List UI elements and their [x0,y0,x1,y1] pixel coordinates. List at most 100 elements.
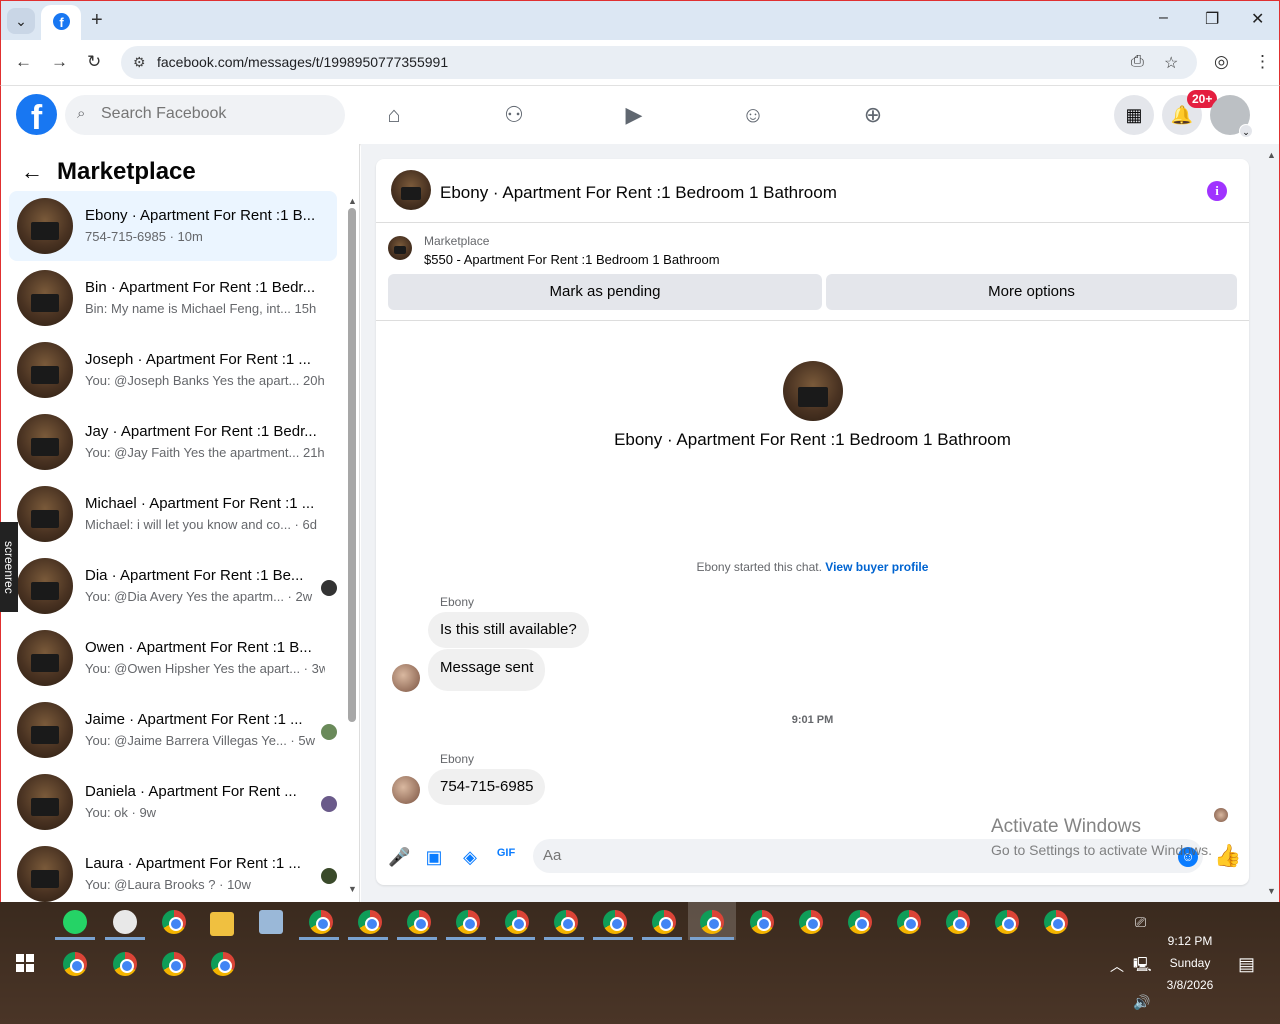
mark-as-pending-button[interactable]: Mark as pending [388,274,822,310]
chrome-profile-icon[interactable] [162,952,186,976]
chrome-profile-icon[interactable] [309,910,333,934]
chrome-profile-icon[interactable] [700,910,724,934]
message-bubble[interactable]: 754-715-6985 [428,769,546,805]
facebook-logo[interactable]: f [16,94,57,137]
menu-grid-button[interactable]: ▦ [1114,95,1154,135]
conversation-item[interactable]: Joseph · Apartment For Rent :1 ... You: … [9,335,337,405]
clock-time[interactable]: 9:12 PM [1160,934,1220,948]
conversation-item[interactable]: Owen · Apartment For Rent :1 B... You: @… [9,623,337,693]
chrome-profile-icon[interactable] [652,910,676,934]
listing-thumbnail[interactable] [388,236,412,260]
scroll-up-arrow-icon[interactable]: ▲ [348,196,357,206]
notepad-icon[interactable] [259,910,283,934]
profile-icon[interactable]: ◎ [1214,52,1229,72]
snipping-tool-icon[interactable] [113,910,137,934]
chrome-profile-icon[interactable] [211,952,235,976]
tab-search-button[interactable]: ⌄ [7,8,35,34]
search-box[interactable]: ⌕ [65,95,345,135]
chrome-profile-icon[interactable] [113,952,137,976]
listing-avatar [17,774,73,830]
read-receipt-avatar [321,580,337,596]
conversation-item[interactable]: Daniela · Apartment For Rent ... You: ok… [9,767,337,837]
reload-icon[interactable]: ↻ [87,52,101,72]
clock-date[interactable]: 3/8/2026 [1160,978,1220,992]
gif-icon[interactable]: GIF [496,847,516,859]
photo-icon[interactable]: ▣ [424,847,444,868]
url-text[interactable]: facebook.com/messages/t/1998950777355991 [157,54,448,70]
conversation-item[interactable]: Dia · Apartment For Rent :1 Be... You: @… [9,551,337,621]
scroll-down-arrow-icon[interactable]: ▼ [1267,886,1276,896]
chat-avatar[interactable] [391,170,431,210]
clock-day[interactable]: Sunday [1160,956,1220,970]
tab-facebook[interactable]: f [41,5,81,41]
close-window-button[interactable]: ✕ [1251,9,1264,29]
chrome-profile-icon[interactable] [358,910,382,934]
bookmark-star-icon[interactable]: ☆ [1164,53,1178,73]
address-bar[interactable]: ⚙ facebook.com/messages/t/19989507773559… [121,46,1197,79]
like-thumb-icon[interactable]: 👍 [1214,843,1241,869]
windows-start-icon[interactable] [16,954,34,972]
chrome-profile-icon[interactable] [1044,910,1068,934]
minimize-button[interactable]: – [1159,9,1168,27]
forward-arrow-icon[interactable]: → [51,52,68,72]
network-icon[interactable]: 🖳 [1133,954,1152,978]
message-bubble[interactable]: Message sent [428,649,546,691]
site-settings-icon[interactable]: ⚙ [133,54,146,71]
kebab-menu-icon[interactable]: ⋮ [1254,52,1271,72]
screenrec-widget[interactable]: screenrec [0,522,18,612]
friends-icon[interactable]: ⚇ [499,102,529,128]
message-bubble[interactable]: Is this still available? [428,612,589,648]
back-arrow-icon[interactable]: ← [15,52,32,72]
sticker-icon[interactable]: ◈ [460,847,480,868]
chrome-profile-icon[interactable] [505,910,529,934]
chrome-profile-icon[interactable] [407,910,431,934]
message-timestamp: 9:01 PM [791,714,834,726]
conversation-item[interactable]: Ebony · Apartment For Rent :1 B... 754-7… [9,191,337,261]
chrome-profile-icon[interactable] [897,910,921,934]
home-icon[interactable]: ⌂ [379,102,409,128]
new-tab-button[interactable]: + [91,9,103,32]
more-options-button[interactable]: More options [826,274,1237,310]
scrollbar-thumb[interactable] [348,208,356,722]
conversation-preview: Michael: i will let you know and co... ·… [85,517,317,532]
meet-now-icon[interactable]: ⎚ [1135,914,1146,931]
conversation-item[interactable]: Laura · Apartment For Rent :1 ... You: @… [9,839,337,902]
conversation-item[interactable]: Bin · Apartment For Rent :1 Bedr... Bin:… [9,263,337,333]
chat-intro-avatar [783,361,843,421]
microphone-icon[interactable]: 🎤 [388,847,410,868]
chrome-profile-icon[interactable] [995,910,1019,934]
view-buyer-profile-link[interactable]: View buyer profile [825,560,928,574]
restore-button[interactable]: ❐ [1205,9,1219,29]
account-avatar[interactable]: ⌄ [1210,95,1253,138]
chrome-profile-icon[interactable] [63,952,87,976]
scroll-down-arrow-icon[interactable]: ▼ [348,884,357,894]
chrome-profile-icon[interactable] [946,910,970,934]
info-icon[interactable]: i [1207,181,1227,201]
video-icon[interactable]: ▶ [619,102,649,128]
chrome-profile-icon[interactable] [554,910,578,934]
conversation-item[interactable]: Jaime · Apartment For Rent :1 ... You: @… [9,695,337,765]
listing-title[interactable]: $550 - Apartment For Rent :1 Bedroom 1 B… [424,252,720,267]
chrome-profile-icon[interactable] [750,910,774,934]
sender-avatar[interactable] [392,776,420,804]
show-hidden-icons-icon[interactable]: ︿ [1110,956,1124,976]
back-arrow-icon[interactable]: ← [21,159,43,184]
chrome-profile-icon[interactable] [799,910,823,934]
scroll-up-arrow-icon[interactable]: ▲ [1267,150,1276,160]
chrome-icon[interactable] [162,910,186,934]
chrome-profile-icon[interactable] [848,910,872,934]
chat-title[interactable]: Ebony · Apartment For Rent :1 Bedroom 1 … [440,183,837,203]
file-explorer-icon[interactable] [210,912,234,936]
search-input[interactable] [101,105,331,123]
gaming-icon[interactable]: ⊕ [858,102,888,128]
sender-avatar[interactable] [392,664,420,692]
chrome-profile-icon[interactable] [456,910,480,934]
conversation-item[interactable]: Michael · Apartment For Rent :1 ... Mich… [9,479,337,549]
volume-icon[interactable]: 🔊 [1133,994,1150,1011]
conversation-item[interactable]: Jay · Apartment For Rent :1 Bedr... You:… [9,407,337,477]
notification-center-icon[interactable]: ▤ [1238,954,1255,975]
chrome-profile-icon[interactable] [603,910,627,934]
whatsapp-icon[interactable] [63,910,87,934]
groups-icon[interactable]: ☺ [738,102,768,128]
install-app-icon[interactable]: ⎙ [1131,53,1144,71]
